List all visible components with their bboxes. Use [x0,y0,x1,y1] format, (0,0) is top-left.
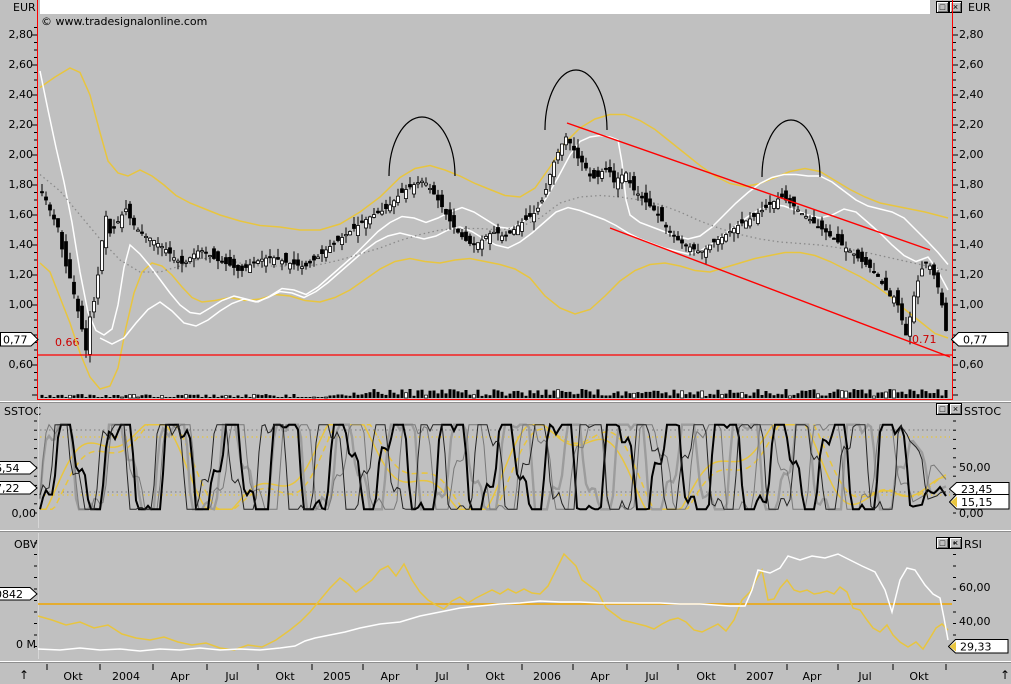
time-axis-label: Apr [372,670,408,683]
y-axis-label: 2,60 [959,58,984,71]
y-axis-label: 2,80 [959,28,984,41]
time-axis-label: Apr [794,670,830,683]
time-axis-label: Jul [424,670,460,683]
y-axis-label: 2,60 [0,58,33,71]
time-axis-label: 2006 [529,670,565,683]
y-axis-label: 0,60 [959,358,984,371]
svg-text:15,15: 15,15 [961,496,993,509]
svg-text:6,54: 6,54 [0,462,20,475]
time-axis-label: Jul [634,670,670,683]
y-axis-label: 2,80 [0,28,33,41]
y-axis-label: 2,40 [959,88,984,101]
time-axis-label: Okt [267,670,303,683]
svg-text:0842: 0842 [0,588,23,601]
sstoc-marker: 6,54 [0,461,38,475]
sstoc-marker: 15,15 [949,494,1010,510]
y-axis-label: 0,60 [0,358,33,371]
y-axis-label: 2,00 [0,148,33,161]
y-axis-label: 1,20 [959,268,984,281]
y-axis-label: 1,60 [0,208,33,221]
rsi-marker: 29,33 [948,639,1009,654]
time-axis-label: Apr [162,670,198,683]
price-marker: 0,77 [0,332,39,347]
y-axis-label: 1,80 [959,178,984,191]
svg-text:0,77: 0,77 [3,334,28,347]
trading-application-window: EUR ⚐ PIXELPARK AG [PXL1 GER Wöchentlich… [0,0,1011,684]
y-axis-label: 1,00 [959,298,984,311]
rsi-axis-label: 60,00 [959,581,991,594]
time-axis-label: Okt [688,670,724,683]
time-axis-label: Okt [477,670,513,683]
svg-text:7,22: 7,22 [0,482,20,495]
time-axis-label: 2004 [108,670,144,683]
y-axis-label: 1,80 [0,178,33,191]
svg-text:29,33: 29,33 [960,640,992,653]
price-marker: 0,77 [951,332,1009,347]
y-axis-label: 2,40 [0,88,33,101]
y-axis-label: 2,20 [0,118,33,131]
svg-text:0,77: 0,77 [963,334,988,347]
time-axis-label: 2005 [319,670,355,683]
sstoc-marker: 7,22 [0,481,38,495]
time-axis-label: Jul [214,670,250,683]
y-axis-label: 1,20 [0,268,33,281]
y-axis-label: 2,00 [959,148,984,161]
y-axis-label: 1,00 [0,298,33,311]
chart-canvas[interactable] [0,0,1011,684]
time-axis-label: 2007 [742,670,778,683]
y-axis-label: 1,60 [959,208,984,221]
time-axis-label: Okt [901,670,937,683]
y-axis-label: 2,20 [959,118,984,131]
time-axis-label: Jul [847,670,883,683]
rsi-axis-label: 40,00 [959,615,991,628]
time-axis-label: Okt [55,670,91,683]
y-axis-label: 1,40 [0,238,33,251]
time-axis-label: Apr [582,670,618,683]
y-axis-label: 1,40 [959,238,984,251]
obv-marker: 0842 [0,587,38,601]
